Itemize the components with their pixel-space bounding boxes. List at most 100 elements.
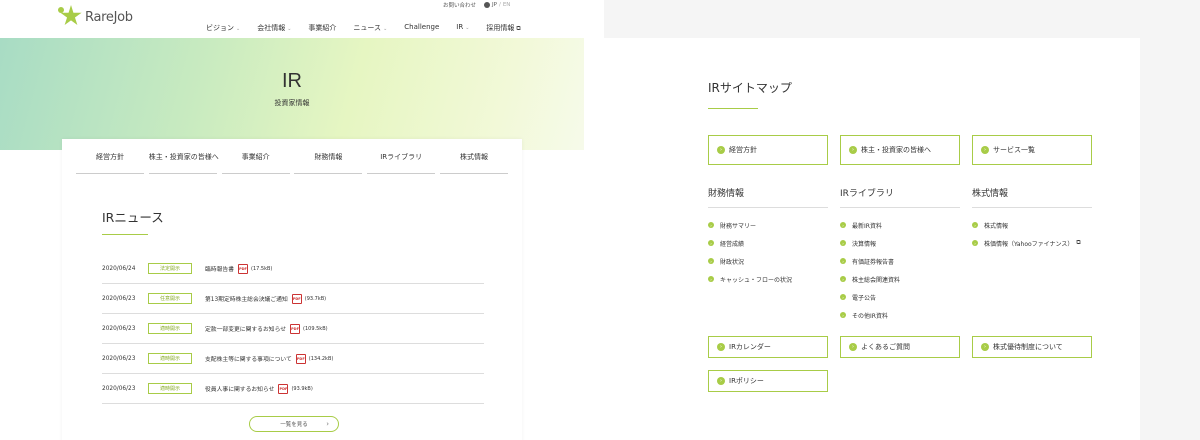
nav-item-recruit[interactable]: 採用情報 ⧉ — [486, 23, 520, 33]
news-date: 2020/06/23 — [102, 385, 136, 392]
news-row: 2020/06/24 法定開示 臨時報告書 PDF (17.5kB) — [102, 254, 484, 284]
tab-business[interactable]: 事業紹介 — [221, 149, 290, 174]
sitemap-link[interactable]: › その他IR資料 — [840, 306, 960, 324]
box-label: サービス一覧 — [993, 146, 1035, 154]
column-links: › 最新IR資料 › 決算情報 › 有価証券報告書 › 株主総会関連資料 › 電子公告 ›… — [840, 216, 960, 324]
nav-item-ir[interactable]: IR ⌄ — [456, 23, 469, 33]
tab-library[interactable]: IRライブラリ — [367, 149, 436, 174]
sitemap-link[interactable]: › 最新IR資料 — [840, 216, 960, 234]
arrow-right-icon: › — [708, 276, 714, 282]
sitemap-link[interactable]: › 株式情報 — [972, 216, 1092, 234]
nav-item-company[interactable]: 会社情報 ⌄ — [257, 23, 291, 33]
sitemap-link-calendar[interactable]: › IRカレンダー — [708, 336, 828, 358]
arrow-right-icon: › — [849, 343, 857, 351]
sitemap-link[interactable]: › 財務サマリー — [708, 216, 828, 234]
page-subtitle: 投資家情報 — [274, 99, 310, 107]
news-title-link[interactable]: 支配株主等に関する事項について — [205, 354, 292, 363]
sitemap-column-library: IRライブラリ › 最新IR資料 › 決算情報 › 有価証券報告書 › 株主総会関連資料… — [840, 186, 960, 324]
nav-label: 採用情報 — [486, 24, 515, 32]
view-all-news-button[interactable]: 一覧を見る › — [249, 416, 339, 432]
news-date: 2020/06/23 — [102, 325, 136, 332]
chevron-down-icon: ⌄ — [236, 26, 241, 32]
news-category-badge: 適時開示 — [148, 353, 192, 364]
nav-label: Challenge — [404, 23, 440, 31]
arrow-right-icon: › — [840, 312, 846, 318]
sitemap-column-financial: 財務情報 › 財務サマリー › 経営成績 › 財政状況 › キャッシュ・フローの状況 — [708, 186, 828, 288]
column-heading: 株式情報 — [972, 186, 1092, 208]
sitemap-link[interactable]: › 経営成績 — [708, 234, 828, 252]
chevron-right-icon: › — [326, 420, 329, 428]
news-title-link[interactable]: 臨時報告書 — [205, 264, 234, 273]
ir-content-card: 経営方針 株主・投資家の皆様へ 事業紹介 財務情報 IRライブラリ 株式情報 I… — [62, 139, 522, 440]
news-row: 2020/06/23 任意開示 第13期定時株主総会決議ご通知 PDF (93.… — [102, 284, 484, 314]
news-row: 2020/06/23 適時開示 支配株主等に関する事項について PDF (134… — [102, 344, 484, 374]
lang-en-link[interactable]: EN — [503, 2, 511, 8]
sitemap-link[interactable]: › 株主総会関連資料 — [840, 270, 960, 288]
nav-item-vision[interactable]: ビジョン ⌄ — [206, 23, 240, 33]
link-label: 有価証券報告書 — [852, 258, 895, 266]
news-row: 2020/06/23 適時開示 役員人事に関するお知らせ PDF (93.9kB… — [102, 374, 484, 404]
ir-news-heading: IRニュース — [102, 210, 164, 225]
sitemap-link[interactable]: › 決算情報 — [840, 234, 960, 252]
link-label: 財政状況 — [720, 258, 745, 266]
nav-label: 会社情報 — [257, 24, 286, 32]
language-switcher: JP / EN — [484, 1, 510, 9]
sitemap-link-shareholders[interactable]: › 株主・投資家の皆様へ — [840, 135, 960, 165]
arrow-right-icon: › — [972, 222, 978, 228]
file-size: (93.9kB) — [291, 385, 313, 392]
news-title-link[interactable]: 第13期定時株主総会決議ご通知 — [205, 294, 288, 303]
arrow-right-icon: › — [840, 222, 846, 228]
sitemap-link-ir-policy[interactable]: › IRポリシー — [708, 370, 828, 392]
link-label: 株主総会関連資料 — [852, 276, 901, 284]
nav-item-business[interactable]: 事業紹介 — [308, 23, 336, 33]
news-category-badge: 適時開示 — [148, 323, 192, 334]
column-links: › 財務サマリー › 経営成績 › 財政状況 › キャッシュ・フローの状況 — [708, 216, 828, 288]
arrow-right-icon: › — [708, 240, 714, 246]
news-title-link[interactable]: 定款一部変更に関するお知らせ — [205, 324, 286, 333]
chevron-down-icon: ⌄ — [287, 26, 292, 32]
file-size: (109.5kB) — [303, 325, 328, 332]
tab-stock[interactable]: 株式情報 — [439, 149, 508, 174]
nav-item-challenge[interactable]: Challenge — [404, 23, 439, 33]
pdf-icon: PDF — [278, 383, 289, 394]
sitemap-link-benefits[interactable]: › 株式優待制度について — [972, 336, 1092, 358]
arrow-right-icon: › — [717, 343, 725, 351]
sitemap-link[interactable]: › 有価証券報告書 — [840, 252, 960, 270]
sitemap-link-faq[interactable]: › よくあるご質問 — [840, 336, 960, 358]
news-date: 2020/06/24 — [102, 265, 136, 272]
nav-label: ニュース — [353, 24, 382, 32]
box-label: 株主・投資家の皆様へ — [861, 146, 931, 154]
news-title-link[interactable]: 役員人事に関するお知らせ — [205, 384, 274, 393]
logo-star-icon — [58, 5, 82, 29]
sitemap-link[interactable]: › 財政状況 — [708, 252, 828, 270]
arrow-right-icon: › — [708, 258, 714, 264]
link-label: 最新IR資料 — [852, 222, 882, 230]
heading-underline — [102, 234, 148, 235]
link-label: キャッシュ・フローの状況 — [720, 276, 793, 284]
tab-shareholders[interactable]: 株主・投資家の皆様へ — [148, 149, 219, 174]
sitemap-link-services[interactable]: › サービス一覧 — [972, 135, 1092, 165]
arrow-right-icon: › — [717, 146, 725, 154]
arrow-right-icon: › — [840, 258, 846, 264]
sitemap-link-policy[interactable]: › 経営方針 — [708, 135, 828, 165]
pdf-icon: PDF — [291, 293, 302, 304]
box-label: 経営方針 — [729, 146, 757, 154]
pdf-icon: PDF — [238, 263, 248, 274]
contact-link[interactable]: お問い合わせ — [443, 1, 476, 9]
link-label: 株価情報（Yahooファイナンス） — [984, 240, 1074, 248]
logo-text: RareJob — [85, 9, 133, 25]
sitemap-link[interactable]: › キャッシュ・フローの状況 — [708, 270, 828, 288]
nav-item-news[interactable]: ニュース ⌄ — [353, 23, 387, 33]
ir-sitemap-page: IRサイトマップ › 経営方針 › 株主・投資家の皆様へ › サービス一覧 財務… — [604, 0, 1200, 440]
sitemap-link[interactable]: › 株価情報（Yahooファイナンス） ⧉ — [972, 234, 1092, 252]
file-size: (17.5kB) — [251, 265, 273, 272]
rarejob-logo[interactable]: RareJob — [58, 5, 133, 29]
link-label: その他IR資料 — [852, 312, 888, 320]
lang-jp-link[interactable]: JP — [492, 2, 497, 8]
tab-policy[interactable]: 経営方針 — [76, 149, 144, 174]
sitemap-column-stock: 株式情報 › 株式情報 › 株価情報（Yahooファイナンス） ⧉ — [972, 186, 1092, 252]
tab-financial[interactable]: 財務情報 — [294, 149, 363, 174]
sitemap-heading: IRサイトマップ — [708, 81, 792, 95]
site-header: RareJob お問い合わせ JP / EN ビジョン ⌄ 会社情報 ⌄ 事業紹介 … — [0, 0, 584, 38]
sitemap-link[interactable]: › 電子公告 — [840, 288, 960, 306]
